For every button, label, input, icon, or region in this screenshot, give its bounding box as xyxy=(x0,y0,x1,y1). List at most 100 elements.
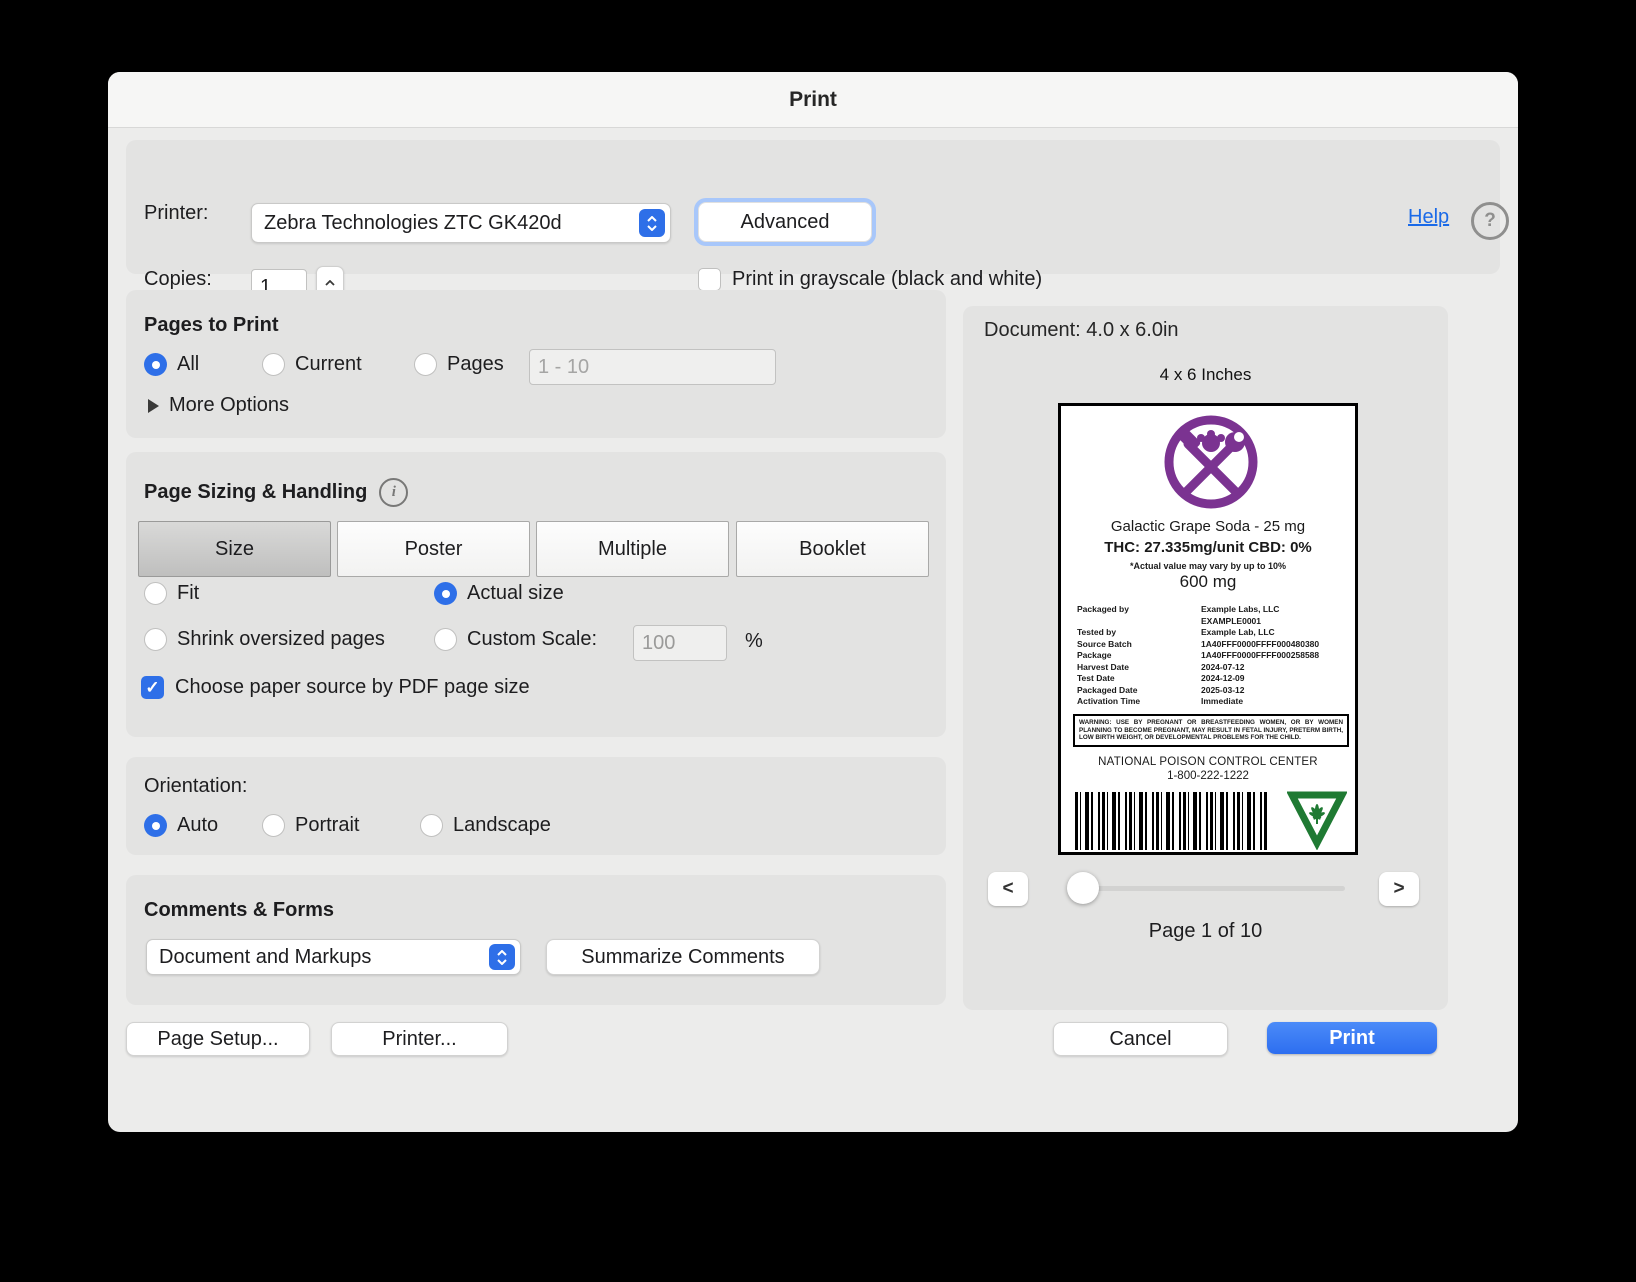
radio-auto-label: Auto xyxy=(177,814,219,836)
radio-current-label: Current xyxy=(295,353,362,375)
info-icon[interactable]: i xyxy=(379,478,409,507)
barcode xyxy=(1075,792,1267,850)
page-slider-track[interactable] xyxy=(1075,886,1345,891)
page-indicator: Page 1 of 10 xyxy=(1148,920,1263,942)
comments-forms-title: Comments & Forms xyxy=(144,899,335,921)
field-name: Tested by xyxy=(1077,627,1117,637)
radio-all[interactable] xyxy=(144,353,167,376)
prev-page-button[interactable]: < xyxy=(988,872,1028,906)
field-value: 2025-03-12 xyxy=(1201,684,1245,695)
pages-range-input[interactable] xyxy=(529,349,776,385)
orientation-section: Orientation: Auto Portrait Landscape xyxy=(126,757,946,855)
comments-forms-select-value: Document and Markups xyxy=(159,945,372,968)
paper-source-label: Choose paper source by PDF page size xyxy=(175,676,530,698)
label-field-row: Source Batch 1A40FFF0000FFFF000480380 xyxy=(1077,639,1345,651)
field-name: Packaged Date xyxy=(1077,684,1138,695)
dropdown-arrows-icon xyxy=(489,944,515,970)
label-fields-table: Packaged by Example Labs, LLC EXAMPLE000… xyxy=(1077,604,1345,708)
custom-scale-input[interactable] xyxy=(633,625,727,661)
radio-portrait[interactable] xyxy=(262,814,285,837)
print-button[interactable]: Print xyxy=(1267,1022,1437,1054)
grayscale-checkbox[interactable] xyxy=(698,268,721,291)
tab-multiple[interactable]: Multiple xyxy=(536,521,729,577)
radio-portrait-label: Portrait xyxy=(295,814,360,836)
radio-custom-scale[interactable] xyxy=(434,628,457,651)
label-poison-phone: 1-800-222-1222 xyxy=(1167,770,1249,782)
help-question-glyph: ? xyxy=(1484,210,1496,231)
summarize-comments-label: Summarize Comments xyxy=(581,945,785,968)
cancel-button[interactable]: Cancel xyxy=(1053,1022,1228,1056)
help-question-icon[interactable]: ? xyxy=(1471,202,1509,240)
field-name: Package xyxy=(1077,650,1112,660)
tab-multiple-label: Multiple xyxy=(598,537,667,560)
label-disclaimer: *Actual value may vary by up to 10% xyxy=(1129,561,1287,571)
cancel-label: Cancel xyxy=(1109,1027,1172,1050)
document-info: Document: 4.0 x 6.0in xyxy=(984,319,1179,341)
field-name: Activation Time xyxy=(1077,696,1141,706)
paper-source-checkbox[interactable]: ✓ xyxy=(141,676,164,699)
label-potency: THC: 27.335mg/unit CBD: 0% xyxy=(1104,539,1312,556)
radio-auto[interactable] xyxy=(144,814,167,837)
tab-size[interactable]: Size xyxy=(138,521,331,577)
radio-fit[interactable] xyxy=(144,582,167,605)
radio-shrink-label: Shrink oversized pages xyxy=(177,628,385,650)
label-field-row: Test Date 2024-12-09 xyxy=(1077,673,1345,685)
help-link[interactable]: Help xyxy=(1408,206,1449,229)
field-value: 1A40FFF0000FFFF000480380 xyxy=(1201,638,1320,649)
radio-actual-size[interactable] xyxy=(434,582,457,605)
tab-booklet[interactable]: Booklet xyxy=(736,521,929,577)
field-value: 2024-12-09 xyxy=(1201,673,1245,683)
field-value: 1A40FFF0000FFFF000258588 xyxy=(1201,650,1320,660)
field-name: Test Date xyxy=(1077,673,1115,683)
disclosure-triangle-icon[interactable] xyxy=(148,398,159,413)
page-sizing-section: Page Sizing & Handling i Size Poster Mul… xyxy=(126,452,946,737)
radio-pages[interactable] xyxy=(414,353,437,376)
printer-dialog-label: Printer... xyxy=(382,1027,457,1050)
page-setup-button[interactable]: Page Setup... xyxy=(126,1022,310,1056)
radio-current[interactable] xyxy=(262,353,285,376)
pages-to-print-title: Pages to Print xyxy=(144,314,279,336)
print-dialog: Print Printer: Zebra Technologies ZTC GK… xyxy=(108,72,1518,1132)
tab-poster[interactable]: Poster xyxy=(337,521,530,577)
advanced-button[interactable]: Advanced xyxy=(698,202,872,242)
summarize-comments-button[interactable]: Summarize Comments xyxy=(546,939,820,975)
next-page-button[interactable]: > xyxy=(1379,872,1419,906)
label-field-row: Package 1A40FFF0000FFFF000258588 xyxy=(1077,650,1345,662)
tab-size-label: Size xyxy=(215,537,254,560)
label-field-row: Packaged by Example Labs, LLC EXAMPLE000… xyxy=(1077,604,1345,627)
label-warning-box: WARNING: USE BY PREGNANT OR BREASTFEEDIN… xyxy=(1073,714,1349,747)
dialog-titlebar: Print xyxy=(108,72,1518,128)
radio-fit-label: Fit xyxy=(177,582,200,604)
document-preview: Galactic Grape Soda - 25 mg THC: 27.335m… xyxy=(1058,403,1358,855)
field-name: Harvest Date xyxy=(1077,661,1129,672)
printer-select[interactable]: Zebra Technologies ZTC GK420d xyxy=(251,203,671,243)
thc-warning-symbol-icon xyxy=(1287,791,1347,850)
more-options-label[interactable]: More Options xyxy=(169,394,289,417)
printer-dialog-button[interactable]: Printer... xyxy=(331,1022,508,1056)
field-value: Example Lab, LLC xyxy=(1201,627,1275,637)
label-net-weight: 600 mg xyxy=(1179,572,1237,591)
radio-landscape-label: Landscape xyxy=(453,814,551,836)
page-slider-thumb[interactable] xyxy=(1067,872,1099,904)
info-glyph: i xyxy=(391,484,396,500)
printer-label: Printer: xyxy=(144,202,209,224)
comments-forms-section: Comments & Forms Document and Markups Su… xyxy=(126,875,946,1005)
radio-landscape[interactable] xyxy=(420,814,443,837)
page-sizing-title: Page Sizing & Handling xyxy=(144,481,368,503)
label-field-row: Harvest Date 2024-07-12 xyxy=(1077,662,1345,674)
field-value: Immediate xyxy=(1201,696,1244,706)
copies-label: Copies: xyxy=(144,268,212,290)
printer-select-value: Zebra Technologies ZTC GK420d xyxy=(264,211,562,234)
tab-poster-label: Poster xyxy=(404,537,463,560)
comments-forms-select[interactable]: Document and Markups xyxy=(146,939,521,975)
label-field-row: Activation Time Immediate xyxy=(1077,696,1345,708)
percent-sign: % xyxy=(745,630,763,652)
grayscale-label: Print in grayscale (black and white) xyxy=(732,268,1043,290)
dropdown-arrows-icon xyxy=(639,209,665,237)
dialog-title: Print xyxy=(789,87,837,111)
preview-size-caption: 4 x 6 Inches xyxy=(1159,365,1252,384)
label-field-row: Tested by Example Lab, LLC xyxy=(1077,627,1345,639)
prev-page-label: < xyxy=(1002,878,1014,899)
radio-shrink[interactable] xyxy=(144,628,167,651)
tab-booklet-label: Booklet xyxy=(799,537,866,560)
